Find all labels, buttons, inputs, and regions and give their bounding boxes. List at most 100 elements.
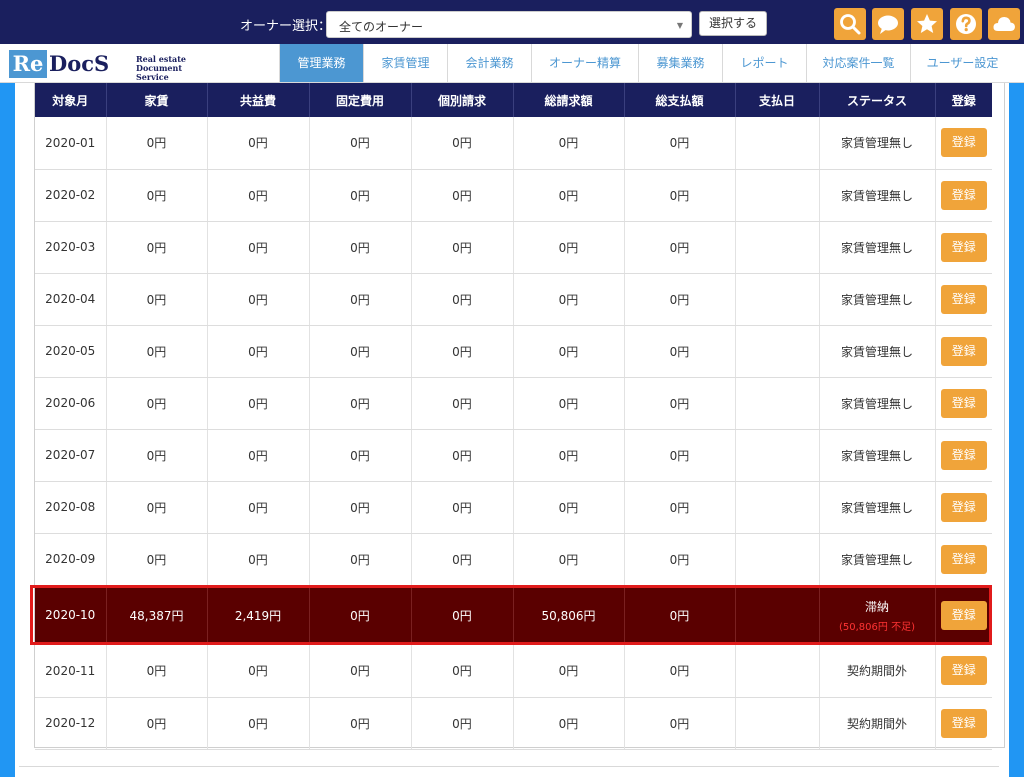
select-owner-button[interactable]: 選択する: [699, 11, 767, 36]
register-cell: 登録: [935, 429, 992, 482]
status-text: 契約期間外: [846, 664, 907, 679]
status-cell: 家賃管理無し: [819, 273, 936, 326]
register-button[interactable]: 登録: [940, 600, 987, 630]
tab-report[interactable]: レポート: [722, 44, 806, 82]
register-button[interactable]: 登録: [940, 180, 987, 210]
individual-billing-cell: 0円: [411, 221, 514, 274]
chat-button[interactable]: [872, 8, 904, 40]
owner-select-value: 全てのオーナー: [339, 20, 424, 34]
tab-user-settings[interactable]: ユーザー設定: [910, 44, 1014, 82]
total-billed-cell: 50,806円: [513, 585, 625, 645]
tab-rent-management[interactable]: 家賃管理: [363, 44, 447, 82]
total-paid-cell: 0円: [624, 585, 736, 645]
status-text: 家賃管理無し: [840, 396, 913, 411]
logo-re: Re: [9, 50, 47, 78]
common-fee-cell: 0円: [207, 117, 310, 170]
month-cell: 2020-10: [35, 585, 107, 645]
redocs-logo[interactable]: Re DocS Real estate Document Service: [9, 50, 209, 82]
table-header-row: 対象月 家賃 共益費 固定費用 個別請求 総請求額 総支払額 支払日 ステータス…: [35, 83, 992, 117]
star-icon: [917, 14, 937, 33]
total-billed-cell: 0円: [513, 273, 625, 326]
common-fee-cell: 0円: [207, 429, 310, 482]
status-cell: 家賃管理無し: [819, 377, 936, 430]
register-button[interactable]: 登録: [940, 656, 987, 686]
owner-select[interactable]: 全てのオーナー ▼: [326, 11, 692, 38]
rent-cell: 0円: [106, 533, 208, 586]
favorite-button[interactable]: [911, 8, 943, 40]
status-text: 家賃管理無し: [840, 344, 913, 359]
divider: [19, 766, 999, 767]
main-nav: Re DocS Real estate Document Service 管理業…: [0, 44, 1024, 83]
cloud-button[interactable]: [988, 8, 1020, 40]
total-paid-cell: 0円: [624, 481, 736, 534]
status-text: 家賃管理無し: [840, 188, 913, 203]
common-fee-cell: 0円: [207, 169, 310, 222]
total-paid-cell: 0円: [624, 169, 736, 222]
individual-billing-cell: 0円: [411, 429, 514, 482]
total-paid-cell: 0円: [624, 377, 736, 430]
month-cell: 2020-03: [35, 221, 107, 274]
main-content: 対象月 家賃 共益費 固定費用 個別請求 総請求額 総支払額 支払日 ステータス…: [15, 83, 1009, 777]
left-border-strip: [0, 83, 15, 777]
register-button[interactable]: 登録: [940, 440, 987, 470]
register-button[interactable]: 登録: [940, 544, 987, 574]
rent-cell: 0円: [106, 169, 208, 222]
payment-date-cell: [735, 697, 820, 750]
tab-owner-settlement[interactable]: オーナー精算: [531, 44, 638, 82]
total-paid-cell: 0円: [624, 697, 736, 750]
fixed-cost-cell: 0円: [309, 221, 412, 274]
register-button[interactable]: 登録: [940, 336, 987, 366]
total-billed-cell: 0円: [513, 117, 625, 170]
fixed-cost-cell: 0円: [309, 377, 412, 430]
rent-cell: 0円: [106, 221, 208, 274]
col-header: 対象月: [35, 83, 107, 117]
status-cell: 契約期間外: [819, 697, 936, 750]
register-cell: 登録: [935, 645, 992, 698]
col-header: 支払日: [735, 83, 820, 117]
help-icon: [956, 14, 976, 34]
month-cell: 2020-09: [35, 533, 107, 586]
total-paid-cell: 0円: [624, 429, 736, 482]
right-border-strip: [1009, 83, 1024, 777]
payment-date-cell: [735, 481, 820, 534]
month-cell: 2020-11: [35, 645, 107, 698]
logo-docs: DocS: [49, 51, 110, 76]
total-billed-cell: 0円: [513, 481, 625, 534]
register-cell: 登録: [935, 221, 992, 274]
status-text: 家賃管理無し: [840, 240, 913, 255]
fixed-cost-cell: 0円: [309, 325, 412, 378]
help-button[interactable]: [950, 8, 982, 40]
register-button[interactable]: 登録: [940, 708, 987, 738]
month-cell: 2020-06: [35, 377, 107, 430]
individual-billing-cell: 0円: [411, 533, 514, 586]
fixed-cost-cell: 0円: [309, 585, 412, 645]
total-paid-cell: 0円: [624, 645, 736, 698]
col-header: 共益費: [207, 83, 310, 117]
common-fee-cell: 0円: [207, 221, 310, 274]
payment-date-cell: [735, 117, 820, 170]
search-button[interactable]: [834, 8, 866, 40]
payment-date-cell: [735, 169, 820, 222]
register-button[interactable]: 登録: [940, 128, 987, 158]
month-cell: 2020-12: [35, 697, 107, 750]
individual-billing-cell: 0円: [411, 377, 514, 430]
individual-billing-cell: 0円: [411, 117, 514, 170]
total-paid-cell: 0円: [624, 273, 736, 326]
register-button[interactable]: 登録: [940, 284, 987, 314]
register-button[interactable]: 登録: [940, 232, 987, 262]
logo-tagline-2: Document Service: [136, 63, 183, 82]
tab-case-list[interactable]: 対応案件一覧: [806, 44, 910, 82]
col-header: ステータス: [819, 83, 936, 117]
payment-date-cell: [735, 221, 820, 274]
register-button[interactable]: 登録: [940, 388, 987, 418]
table-row: 2020-09 0円 0円 0円 0円 0円 0円 家賃管理無し 登録: [35, 533, 992, 586]
fixed-cost-cell: 0円: [309, 697, 412, 750]
register-button[interactable]: 登録: [940, 492, 987, 522]
month-cell: 2020-04: [35, 273, 107, 326]
tab-recruitment[interactable]: 募集業務: [638, 44, 722, 82]
total-billed-cell: 0円: [513, 429, 625, 482]
status-cell: 滞納 (50,806円 不足): [819, 585, 936, 645]
tab-management[interactable]: 管理業務: [279, 44, 363, 82]
tab-accounting[interactable]: 会計業務: [447, 44, 531, 82]
payment-date-cell: [735, 533, 820, 586]
